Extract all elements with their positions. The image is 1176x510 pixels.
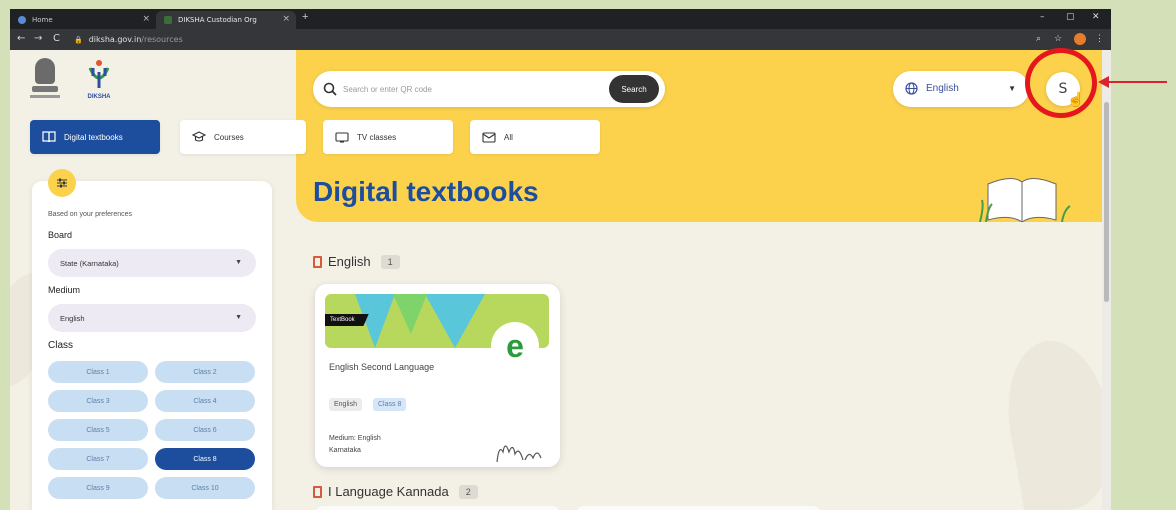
chevron-down-icon: ▼ [1008, 84, 1016, 93]
minimize-button[interactable]: – [1040, 12, 1045, 22]
language-select[interactable]: English ▼ [893, 71, 1029, 107]
url-path: /resources [141, 35, 183, 44]
home-favicon-icon [18, 16, 26, 24]
browser-window: Home × DIKSHA Custodian Org × + – ▢ ✕ ← … [10, 9, 1111, 510]
url-domain: diksha.gov.in [88, 35, 142, 44]
class-label: Class [48, 340, 74, 351]
class-option[interactable]: Class 9 [48, 477, 148, 499]
card-board: Karnataka [329, 447, 361, 454]
search-bar: Search [313, 71, 665, 107]
new-tab-button[interactable]: + [302, 11, 308, 23]
textbook-card[interactable] [315, 506, 560, 510]
graduation-cap-icon [192, 131, 206, 142]
browser-tab-home[interactable]: Home × [10, 11, 156, 29]
close-window-button[interactable]: ✕ [1092, 12, 1100, 22]
language-label: English [926, 83, 959, 94]
back-button[interactable]: ← [17, 33, 25, 44]
card-medium: Medium: English [329, 435, 381, 442]
section-header: English 1 [313, 254, 400, 269]
textbook-badge: TextBook [325, 314, 369, 326]
close-tab-icon[interactable]: × [282, 14, 290, 24]
annotation-arrow-line [1105, 81, 1167, 83]
class-option[interactable]: Class 7 [48, 448, 148, 470]
count-badge: 1 [380, 254, 400, 269]
class-option[interactable]: Class 5 [48, 419, 148, 441]
class-option-selected[interactable]: Class 8 [155, 448, 255, 470]
chevron-down-icon: ▼ [235, 259, 242, 266]
chip-language: English [329, 398, 362, 411]
address-bar: ← → C 🔒 diksha.gov.in /resources ⌕ ☆ ⋮ [10, 29, 1111, 50]
close-tab-icon[interactable]: × [142, 14, 150, 24]
class-option[interactable]: Class 4 [155, 390, 255, 412]
section-header: I Language Kannada 2 [313, 484, 478, 499]
menu-kebab-icon[interactable]: ⋮ [1095, 33, 1104, 44]
envelope-icon [482, 132, 496, 143]
government-emblem-logo [30, 58, 60, 102]
url-field[interactable]: 🔒 diksha.gov.in /resources [74, 32, 1024, 47]
browser-profile-icon[interactable] [1074, 33, 1086, 45]
search-button[interactable]: Search [609, 75, 659, 103]
tab-label: All [504, 132, 513, 142]
tab-label: Digital textbooks [64, 132, 123, 142]
preferences-note: Based on your preferences [48, 211, 133, 218]
section-title: I Language Kannada [328, 484, 449, 499]
chevron-down-icon: ▼ [235, 314, 242, 321]
medium-value: English [60, 313, 85, 323]
hand-doodle-icon [496, 445, 542, 463]
search-input[interactable] [343, 79, 603, 99]
decorative-leaf [995, 332, 1111, 510]
class-option[interactable]: Class 6 [155, 419, 255, 441]
count-badge: 2 [458, 484, 478, 499]
chip-class: Class 8 [373, 398, 407, 411]
page: DIKSHA Search English ▼ S ☝ [10, 50, 1111, 510]
tab-tv-classes[interactable]: TV classes [323, 120, 453, 154]
lock-icon: 🔒 [74, 35, 83, 44]
search-icon [323, 82, 337, 96]
tab-label: TV classes [357, 132, 397, 142]
tab-digital-textbooks[interactable]: Digital textbooks [30, 120, 160, 154]
sliders-icon [57, 178, 67, 188]
textbook-card[interactable] [576, 506, 821, 510]
maximize-button[interactable]: ▢ [1066, 12, 1075, 22]
annotation-highlight-circle [1025, 48, 1097, 118]
book-icon [313, 485, 322, 498]
board-value: State (Karnataka) [60, 258, 119, 268]
globe-icon [905, 82, 918, 95]
reload-button[interactable]: C [53, 33, 60, 44]
board-dropdown[interactable]: State (Karnataka) ▼ [48, 249, 256, 277]
scrollbar-thumb[interactable] [1104, 102, 1109, 302]
page-title: Digital textbooks [313, 176, 539, 207]
section-title: English [328, 254, 371, 269]
card-title: English Second Language [329, 362, 435, 372]
filters-panel: Based on your preferences Board State (K… [32, 169, 272, 510]
textbook-card[interactable]: TextBook e English Second Language Engli… [315, 284, 560, 467]
class-option[interactable]: Class 3 [48, 390, 148, 412]
tab-title: DIKSHA Custodian Org [178, 16, 257, 24]
logo-text: DIKSHA [87, 94, 111, 100]
browser-tab-diksha[interactable]: DIKSHA Custodian Org × [156, 11, 296, 29]
class-option[interactable]: Class 2 [155, 361, 255, 383]
open-book-icon [42, 131, 56, 143]
tab-courses[interactable]: Courses [180, 120, 306, 154]
medium-dropdown[interactable]: English ▼ [48, 304, 256, 332]
tab-title: Home [32, 16, 53, 24]
tab-label: Courses [214, 132, 244, 142]
tab-all[interactable]: All [470, 120, 600, 154]
book-icon [313, 255, 322, 268]
class-option[interactable]: Class 1 [48, 361, 148, 383]
medium-label: Medium [48, 285, 81, 295]
tv-icon [335, 132, 349, 143]
diksha-favicon-icon [164, 16, 172, 24]
zoom-icon[interactable]: ⌕ [1036, 33, 1041, 44]
board-label: Board [48, 230, 73, 240]
tab-strip: Home × DIKSHA Custodian Org × + – ▢ ✕ [10, 9, 1111, 29]
textbook-e-logo: e [491, 322, 539, 370]
forward-button[interactable]: → [34, 33, 42, 44]
diksha-logo[interactable]: DIKSHA [82, 58, 116, 104]
books-illustration-icon [979, 178, 1071, 222]
star-icon[interactable]: ☆ [1054, 33, 1062, 44]
filter-toggle-button[interactable] [48, 169, 76, 197]
class-option[interactable]: Class 10 [155, 477, 255, 499]
